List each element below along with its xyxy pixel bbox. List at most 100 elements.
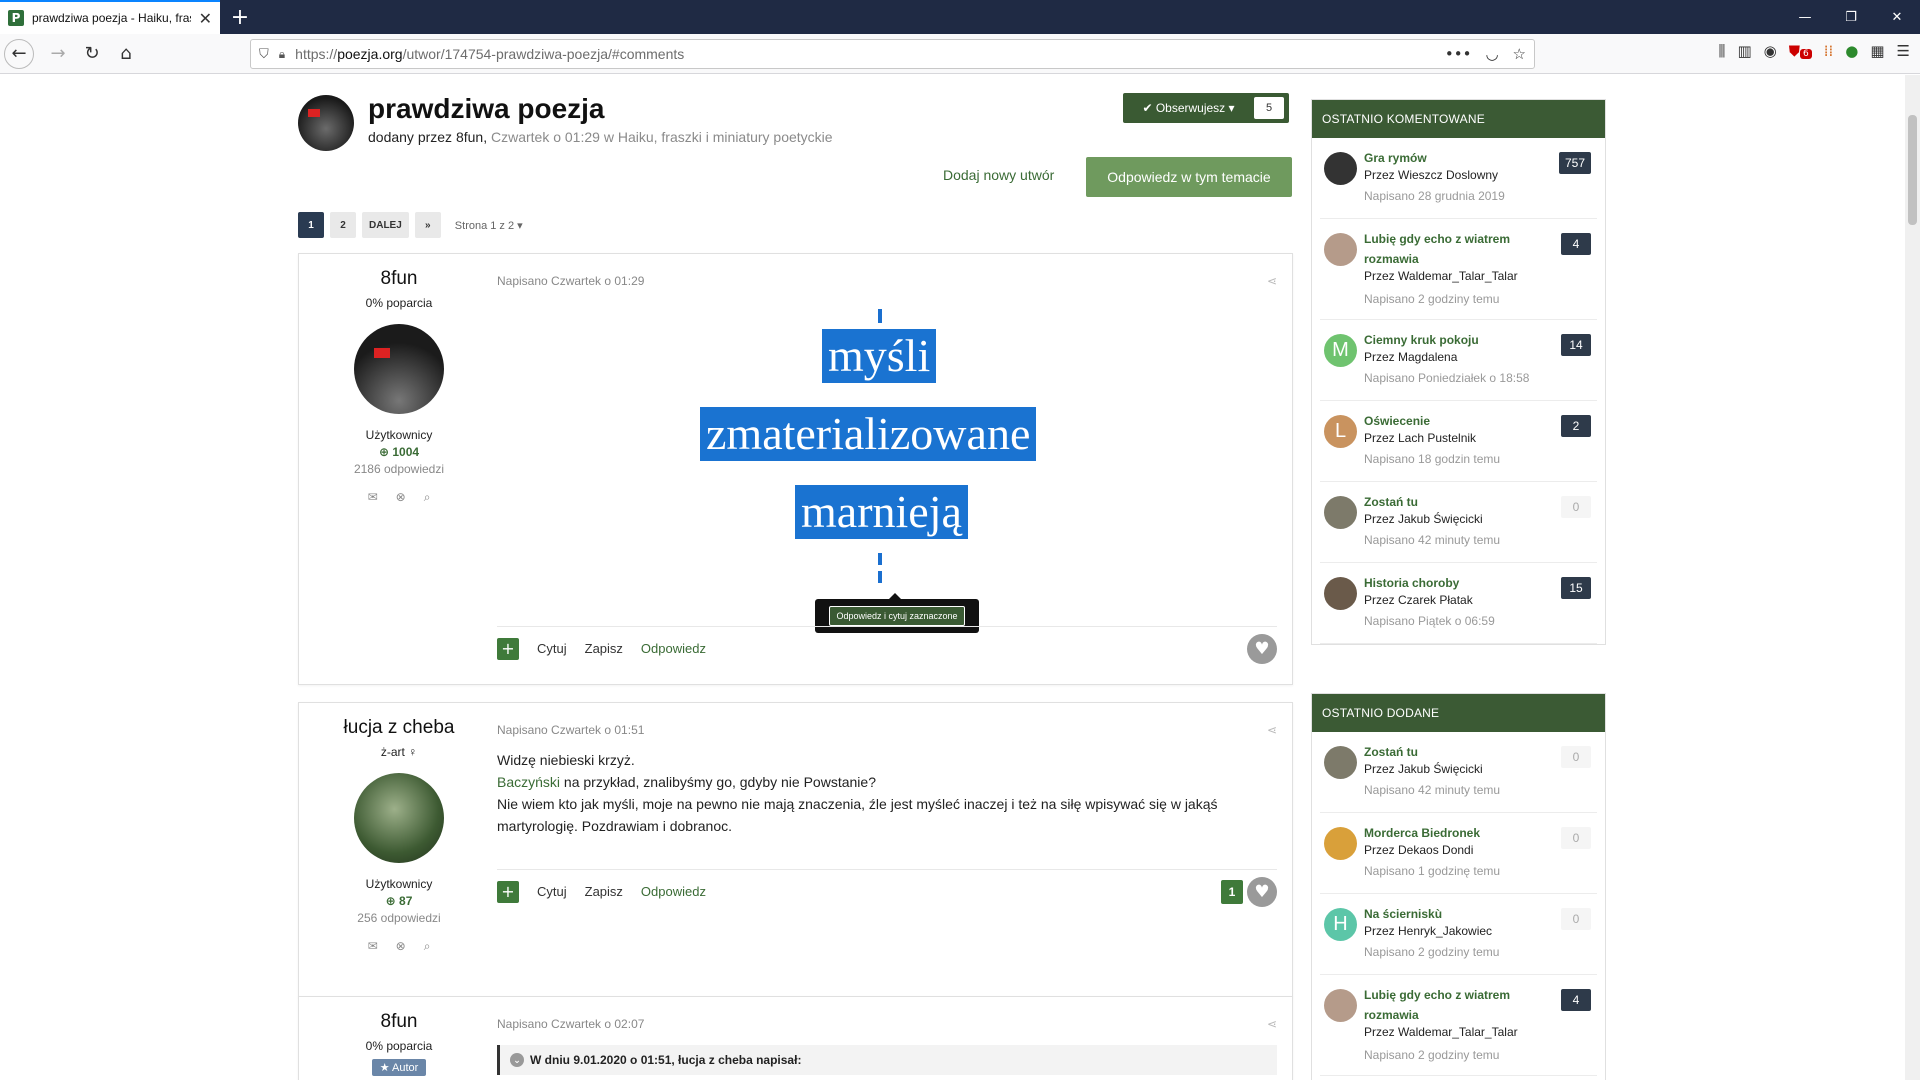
widget-item-title-link[interactable]: Historia choroby xyxy=(1364,573,1544,593)
heart-icon[interactable]: ♥ xyxy=(1247,633,1277,664)
new-tab-plus-icon[interactable]: + xyxy=(220,0,260,34)
badge-icon[interactable]: ⊗ xyxy=(396,939,406,954)
selection-handle-top[interactable] xyxy=(878,309,882,323)
widget-list-item[interactable]: M Ciemny kruk pokoju Przez Magdalena Napisa… xyxy=(1320,320,1597,401)
pocket-icon[interactable]: ◡ xyxy=(1485,45,1498,63)
widget-item-author[interactable]: Przez Czarek Płatak xyxy=(1364,593,1473,607)
extensions-icon[interactable]: ▦ xyxy=(1870,42,1884,60)
restore-icon[interactable]: ❐ xyxy=(1828,0,1874,34)
widget-list-item[interactable]: Zostań tu Przez Jakub Święcicki Napisano 4… xyxy=(1320,482,1597,563)
quote-button[interactable]: Cytuj xyxy=(537,884,567,899)
save-button[interactable]: Zapisz xyxy=(585,641,623,656)
grid-extension-icon[interactable]: ⁞⁞ xyxy=(1824,42,1834,60)
quote-chevron-icon[interactable]: ⌄ xyxy=(510,1053,524,1067)
widget-item-author[interactable]: Przez Magdalena xyxy=(1364,350,1457,364)
topic-author-avatar[interactable] xyxy=(298,95,354,151)
post-author-avatar[interactable] xyxy=(354,324,444,414)
reply-topic-button[interactable]: Odpowiedz w tym temacie xyxy=(1086,157,1292,197)
share-icon[interactable]: ⋖ xyxy=(1267,1017,1277,1031)
last-page-button[interactable]: » xyxy=(414,212,441,238)
widget-item-title-link[interactable]: Na ścierniskù xyxy=(1364,904,1544,924)
post-author-avatar[interactable] xyxy=(354,773,444,863)
bookmark-star-icon[interactable]: ☆ xyxy=(1513,45,1526,63)
reply-button[interactable]: Odpowiedz xyxy=(641,884,706,899)
widget-item-title-link[interactable]: Ciemny kruk pokoju xyxy=(1364,330,1544,350)
page-scrollbar[interactable] xyxy=(1905,75,1920,1080)
search-icon[interactable]: ⌕ xyxy=(424,490,431,505)
mail-icon[interactable]: ✉ xyxy=(368,490,378,505)
reply-button[interactable]: Odpowiedz xyxy=(641,641,706,656)
widget-avatar[interactable]: L xyxy=(1324,415,1357,448)
url-text[interactable]: https://poezja.org/utwor/174754-prawdziw… xyxy=(295,46,1435,62)
ublock-extension-icon[interactable]: ⛊ 6 xyxy=(1789,42,1812,60)
meta-category-link[interactable]: Haiku, fraszki i miniatury poetyckie xyxy=(618,129,833,145)
widget-list-item[interactable]: Lubię gdy echo z wiatrem rozmawia Przez W… xyxy=(1320,219,1597,320)
widget-item-author[interactable]: Przez Lach Pustelnik xyxy=(1364,431,1476,445)
post-author-name[interactable]: 8fun xyxy=(299,1011,499,1033)
plus-icon[interactable]: + xyxy=(497,637,519,660)
sidebar-icon[interactable]: ▥ xyxy=(1737,42,1751,60)
close-window-icon[interactable]: ✕ xyxy=(1874,0,1920,34)
widget-list-item[interactable]: Zostań tu Przez Jakub Święcicki Napisano 4… xyxy=(1320,732,1597,813)
widget-list-item[interactable]: Lubię gdy echo z wiatrem rozmawia Przez W… xyxy=(1320,975,1597,1076)
widget-list-item[interactable]: Morderca Biedronek Przez Dekaos Dondi Napi… xyxy=(1320,813,1597,894)
widget-avatar[interactable] xyxy=(1324,496,1357,529)
post-author-name[interactable]: 8fun xyxy=(299,268,499,290)
save-button[interactable]: Zapisz xyxy=(585,884,623,899)
widget-item-author[interactable]: Przez Waldemar_Talar_Talar xyxy=(1364,1025,1518,1039)
baczynski-link[interactable]: Baczyński xyxy=(497,774,560,790)
url-bar[interactable]: ⛉ 🔒︎ https://poezja.org/utwor/174754-pra… xyxy=(250,39,1535,69)
next-page-button[interactable]: DALEJ xyxy=(362,212,409,238)
plus-icon[interactable]: + xyxy=(497,880,519,903)
forward-arrow-icon[interactable]: → xyxy=(42,38,74,70)
more-actions-icon[interactable]: ••• xyxy=(1445,45,1472,63)
page-1-button[interactable]: 1 xyxy=(298,212,324,238)
widget-item-author[interactable]: Przez Wieszcz Doslowny xyxy=(1364,168,1498,182)
widget-avatar[interactable] xyxy=(1324,233,1357,266)
menu-hamburger-icon[interactable]: ☰ xyxy=(1897,42,1910,60)
green-extension-icon[interactable]: ● xyxy=(1845,42,1858,60)
lock-icon[interactable]: 🔒︎ xyxy=(279,47,285,62)
selection-handle-bottom[interactable] xyxy=(878,553,882,583)
widget-avatar[interactable] xyxy=(1324,152,1357,185)
widget-item-title-link[interactable]: Gra rymów xyxy=(1364,148,1544,168)
follow-button[interactable]: ✔ Obserwujesz ▾ 5 xyxy=(1123,93,1289,123)
quote-selection-button[interactable]: Odpowiedz i cytuj zaznaczone xyxy=(829,606,965,626)
widget-avatar[interactable] xyxy=(1324,827,1357,860)
badge-icon[interactable]: ⊗ xyxy=(396,490,406,505)
widget-avatar[interactable]: H xyxy=(1324,908,1357,941)
widget-item-title-link[interactable]: Zostań tu xyxy=(1364,742,1544,762)
mail-icon[interactable]: ✉ xyxy=(368,939,378,954)
widget-item-title-link[interactable]: Zostań tu xyxy=(1364,492,1544,512)
reload-icon[interactable]: ↻ xyxy=(76,38,108,70)
tab-close-icon[interactable]: ✕ xyxy=(199,9,212,28)
share-icon[interactable]: ⋖ xyxy=(1267,274,1277,288)
widget-list-item[interactable]: Historia choroby Przez Czarek Płatak Napis… xyxy=(1320,563,1597,644)
widget-item-author[interactable]: Przez Dekaos Dondi xyxy=(1364,843,1473,857)
widget-item-author[interactable]: Przez Waldemar_Talar_Talar xyxy=(1364,269,1518,283)
widget-list-item[interactable]: L Oświecenie Przez Lach Pustelnik Napisano … xyxy=(1320,401,1597,482)
widget-item-author[interactable]: Przez Jakub Święcicki xyxy=(1364,762,1483,776)
shield-icon[interactable]: ⛉ xyxy=(259,47,269,62)
page-info-dropdown[interactable]: Strona 1 z 2 ▾ xyxy=(455,219,523,232)
widget-avatar[interactable]: M xyxy=(1324,334,1357,367)
browser-tab-active[interactable]: P prawdziwa poezja - Haiku, frasz ✕ xyxy=(0,0,220,34)
account-icon[interactable]: ◉ xyxy=(1764,42,1777,60)
widget-item-title-link[interactable]: Lubię gdy echo z wiatrem rozmawia xyxy=(1364,229,1544,269)
widget-avatar[interactable] xyxy=(1324,577,1357,610)
share-icon[interactable]: ⋖ xyxy=(1267,723,1277,737)
home-icon[interactable]: ⌂ xyxy=(110,38,142,70)
widget-item-author[interactable]: Przez Henryk_Jakowiec xyxy=(1364,924,1492,938)
widget-list-item[interactable]: H Na ścierniskù Przez Henryk_Jakowiec Napis… xyxy=(1320,894,1597,975)
widget-avatar[interactable] xyxy=(1324,989,1357,1022)
widget-item-title-link[interactable]: Lubię gdy echo z wiatrem rozmawia xyxy=(1364,985,1544,1025)
widget-item-author[interactable]: Przez Jakub Święcicki xyxy=(1364,512,1483,526)
widget-list-item[interactable]: Gra rymów Przez Wieszcz Doslowny Napisano … xyxy=(1320,138,1597,219)
library-icon[interactable]: ⫼ xyxy=(1719,42,1726,60)
scrollbar-thumb[interactable] xyxy=(1908,115,1917,225)
add-new-work-link[interactable]: Dodaj nowy utwór xyxy=(943,167,1054,183)
widget-item-title-link[interactable]: Morderca Biedronek xyxy=(1364,823,1544,843)
search-icon[interactable]: ⌕ xyxy=(424,939,431,954)
page-2-button[interactable]: 2 xyxy=(330,212,356,238)
widget-item-title-link[interactable]: Oświecenie xyxy=(1364,411,1544,431)
